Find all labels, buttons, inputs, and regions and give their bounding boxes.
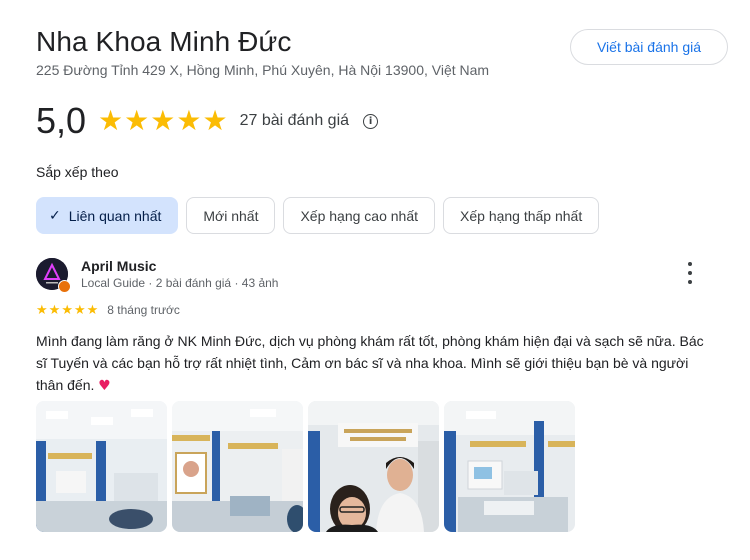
rating-summary: 5,0 ★ ★ ★ ★ ★ 27 bài đánh giá i [36,100,379,142]
star-icon: ★ [86,302,99,318]
star-icon: ★ [202,104,228,137]
star-icon: ★ [176,104,202,137]
star-icon: ★ [150,104,176,137]
reviewer-meta: Local Guide · 2 bài đánh giá · 43 ảnh [81,276,279,290]
review-text: Mình đang làm răng ở NK Minh Đức, dịch v… [36,330,716,397]
review-time: 8 tháng trước [107,303,180,317]
check-icon: ✓ [49,207,61,224]
sort-chip-lowest[interactable]: Xếp hạng thấp nhất [443,197,600,234]
star-icon: ★ [48,302,61,318]
sort-chip-label: Xếp hạng cao nhất [300,207,419,224]
star-icon: ★ [61,302,73,318]
sort-label: Sắp xếp theo [36,164,119,180]
star-icon: ★ [98,104,124,137]
review-count: 27 bài đánh giá [239,112,350,129]
heart-icon: ♥ [98,378,111,394]
review-photos [36,401,575,532]
place-title: Nha Khoa Minh Đức [36,26,292,57]
review-photo[interactable] [308,401,439,532]
star-icon: ★ [124,104,150,137]
review-photo[interactable] [444,401,575,532]
info-icon[interactable]: i [363,113,379,129]
more-vert-icon[interactable] [684,262,696,284]
sort-chip-highest[interactable]: Xếp hạng cao nhất [283,197,436,234]
sort-chip-label: Mới nhất [203,207,259,224]
rating-stars: ★ ★ ★ ★ ★ [98,107,228,135]
sort-chip-label: Liên quan nhất [68,207,162,224]
sort-chip-newest[interactable]: Mới nhất [186,197,276,234]
review-body: Mình đang làm răng ở NK Minh Đức, dịch v… [36,333,704,393]
review-photo[interactable] [36,401,167,532]
reviewer-name[interactable]: April Music [81,258,156,274]
star-icon: ★ [36,302,48,318]
review-rating: ★ ★ ★ ★ ★ 8 tháng trước [36,303,180,317]
avatar[interactable] [36,258,71,293]
star-icon: ★ [73,302,86,318]
write-review-button[interactable]: Viết bài đánh giá [570,29,728,65]
rating-value: 5,0 [36,100,87,141]
sort-chip-label: Xếp hạng thấp nhất [460,207,583,224]
sort-chip-relevant[interactable]: ✓ Liên quan nhất [36,197,179,234]
sort-options: ✓ Liên quan nhất Mới nhất Xếp hạng cao n… [36,197,600,234]
place-address: 225 Đường Tỉnh 429 X, Hồng Minh, Phú Xuy… [36,62,490,78]
review-photo[interactable] [172,401,303,532]
local-guide-badge-icon [58,280,71,293]
